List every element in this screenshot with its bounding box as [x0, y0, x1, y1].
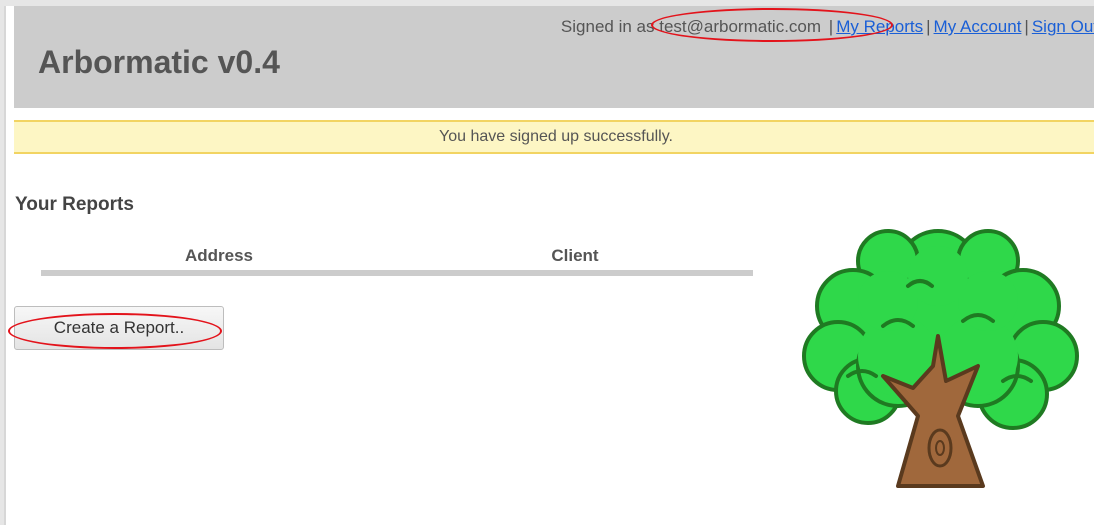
create-report-wrapper: Create a Report.. [8, 306, 224, 350]
app-title: Arbormatic v0.4 [38, 44, 280, 80]
sign-out-link[interactable]: Sign Out [1032, 17, 1094, 36]
column-header-client: Client [397, 244, 753, 276]
column-header-address: Address [41, 244, 397, 276]
app-header: Arbormatic v0.4 Signed in as test@arborm… [14, 6, 1094, 108]
reports-table: Address Client [41, 244, 753, 276]
nav-separator: | [1024, 17, 1029, 36]
user-email-wrapper: test@arbormatic.com [651, 8, 894, 42]
nav-separator: | [926, 17, 931, 36]
user-nav: Signed in as test@arbormatic.com | My Rep… [560, 8, 1094, 42]
signed-in-label: Signed in as [560, 17, 655, 36]
user-email: test@arbormatic.com [659, 17, 822, 36]
nav-separator: | [828, 17, 834, 36]
tree-icon [802, 229, 1079, 488]
page-frame: Arbormatic v0.4 Signed in as test@arborm… [4, 6, 1094, 525]
reports-heading: Your Reports [15, 194, 134, 215]
my-reports-link[interactable]: My Reports [836, 17, 923, 36]
my-account-link[interactable]: My Account [934, 17, 1022, 36]
flash-message: You have signed up successfully. [14, 120, 1094, 154]
table-header-row: Address Client [41, 244, 753, 276]
create-report-button[interactable]: Create a Report.. [14, 306, 224, 350]
